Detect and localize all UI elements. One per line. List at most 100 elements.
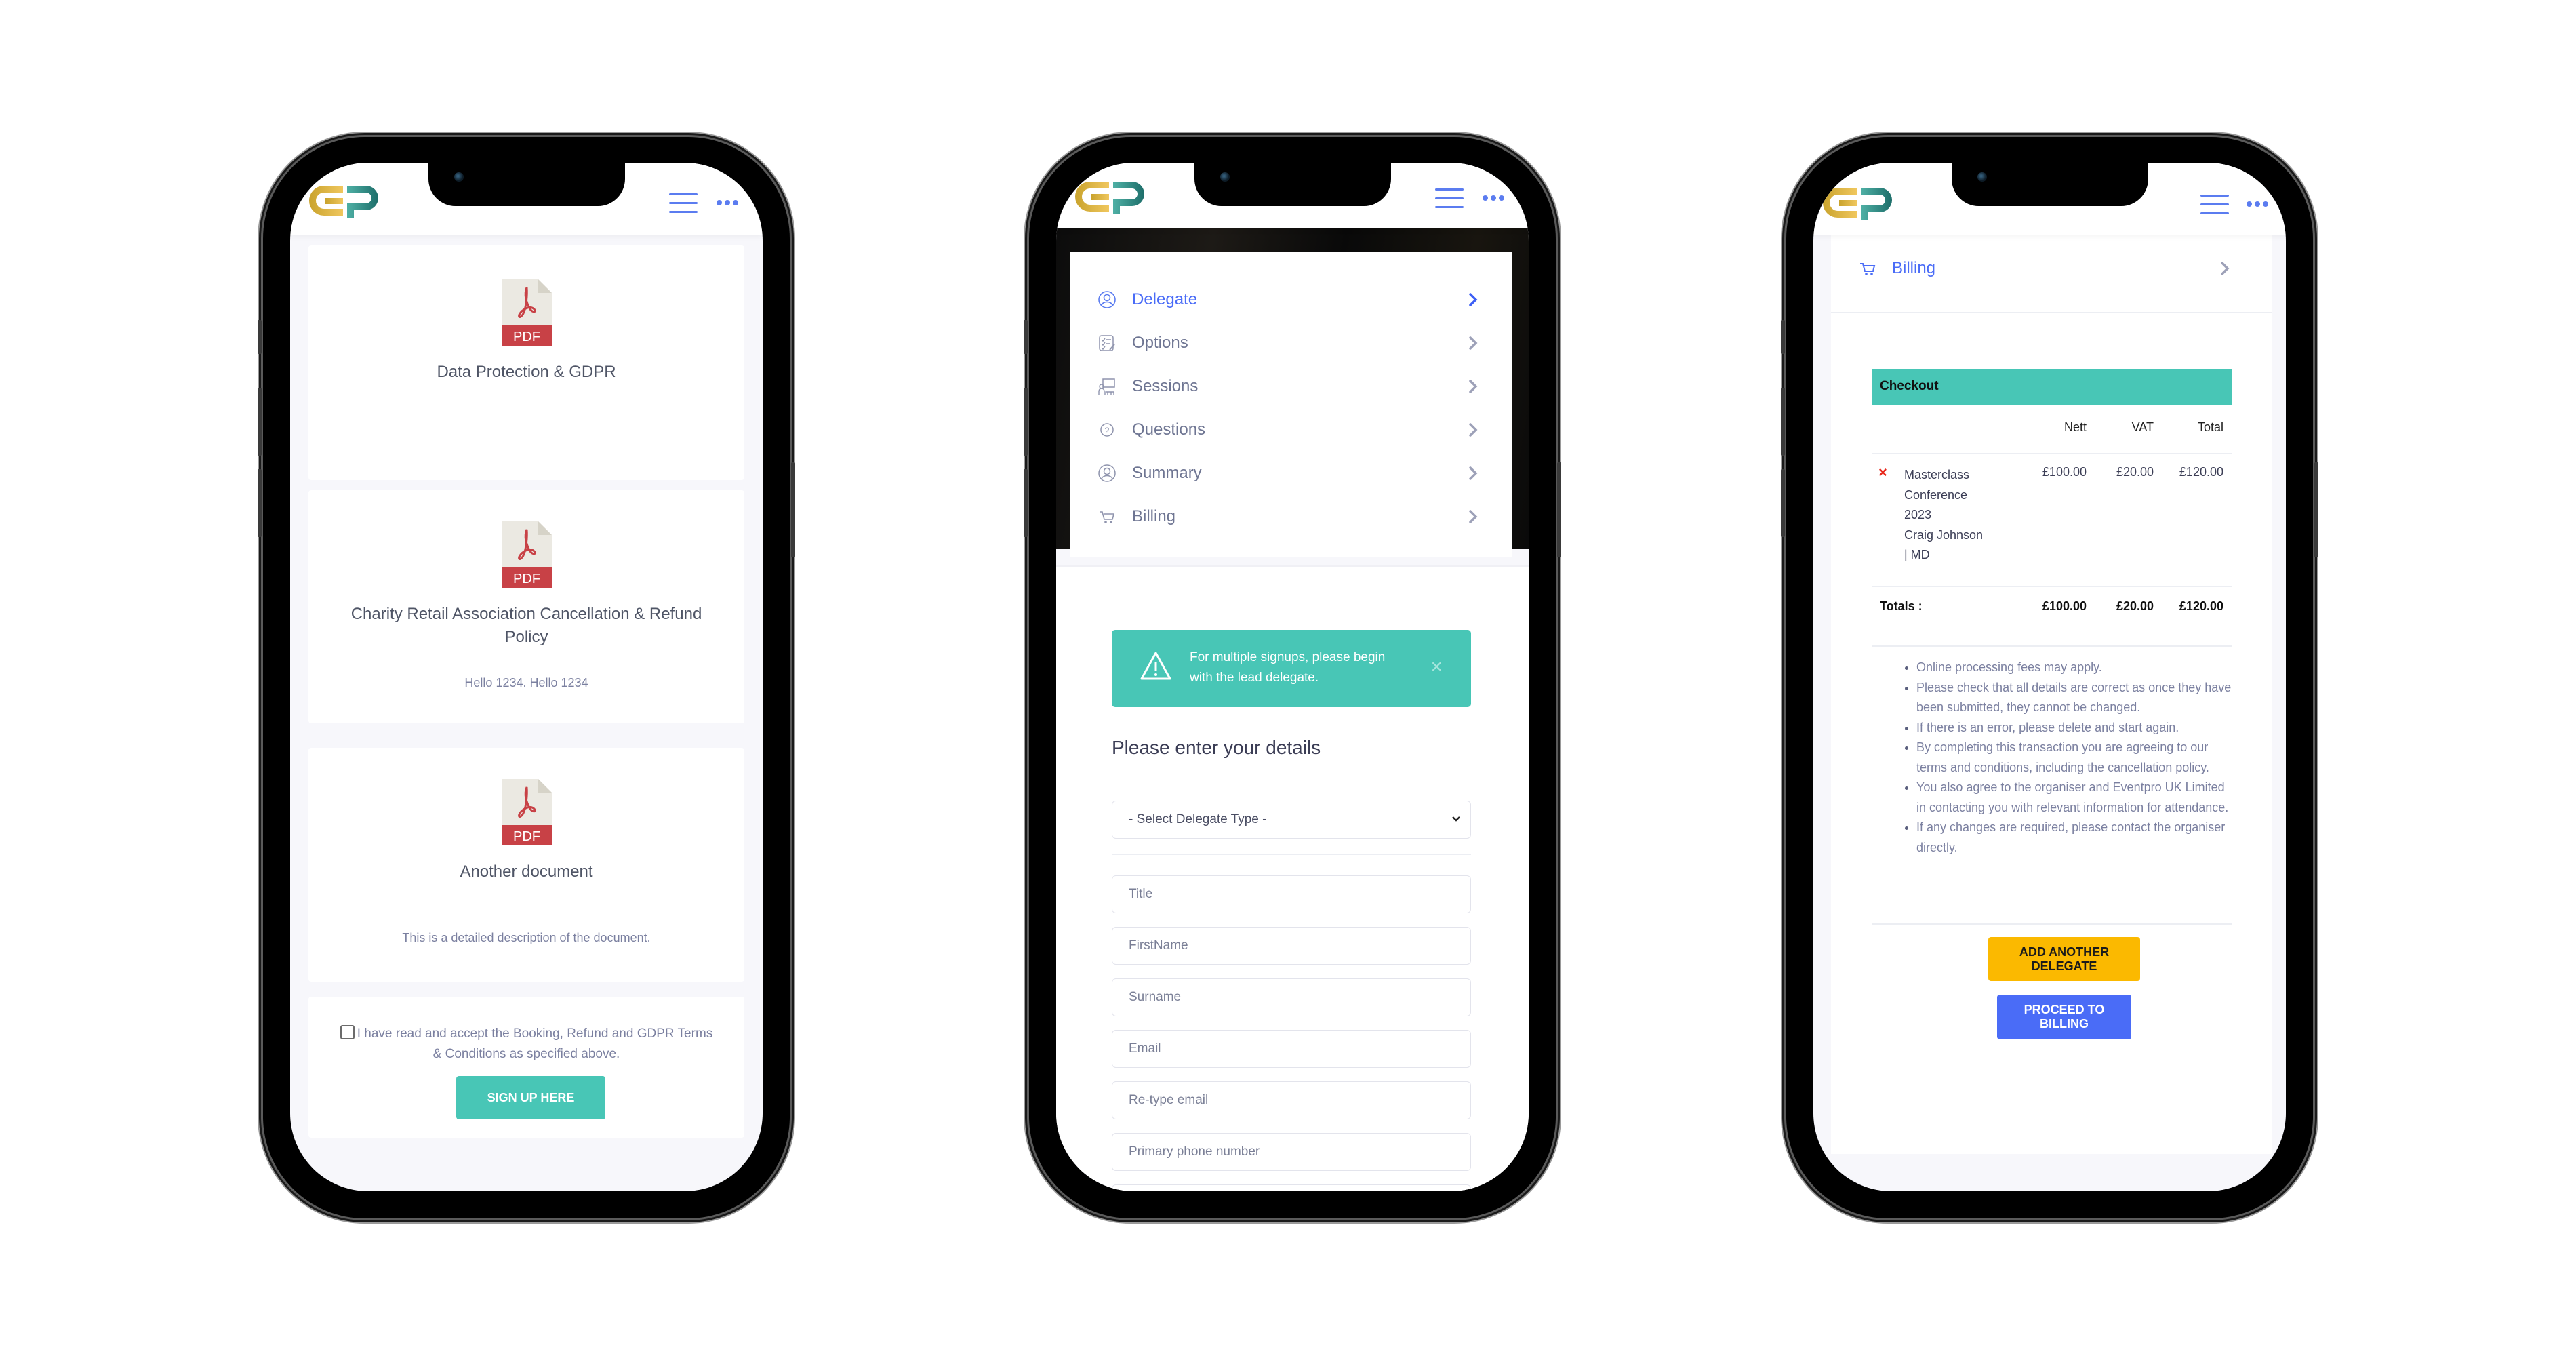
- item-line: Craig Johnson: [1904, 527, 1984, 542]
- cart-icon: [1097, 506, 1117, 527]
- next-field-partial[interactable]: [1112, 1184, 1471, 1191]
- add-another-delegate-button[interactable]: ADD ANOTHER DELEGATE: [1988, 937, 2140, 981]
- phone-screen: Delegate Options Sessions ? Questions Su…: [1056, 163, 1529, 1191]
- phone-mockup-documents: PDF Data Protection & GDPR PDF Charity R…: [258, 137, 795, 1218]
- step-label: Summary: [1132, 464, 1202, 482]
- camera: [1220, 172, 1230, 182]
- step-label: Billing: [1892, 259, 1936, 277]
- hamburger-icon[interactable]: [2200, 195, 2229, 215]
- item-line: Conference: [1904, 487, 1968, 502]
- step-billing[interactable]: Billing: [1097, 500, 1480, 534]
- item-total: £120.00: [2179, 465, 2223, 479]
- checkout-notes: Online processing fees may apply. Please…: [1872, 658, 2232, 858]
- notch: [1194, 163, 1391, 206]
- step-billing[interactable]: Billing: [1858, 255, 2232, 282]
- info-alert: For multiple signups, please begin with …: [1112, 630, 1471, 707]
- svg-text:PDF: PDF: [513, 829, 540, 844]
- phone-mockup-delegate-form: Delegate Options Sessions ? Questions Su…: [1024, 137, 1561, 1218]
- terms-card: I have read and accept the Booking, Refu…: [308, 997, 744, 1138]
- notch: [1951, 163, 2148, 206]
- step-label: Billing: [1132, 507, 1176, 525]
- note-item: Online processing fees may apply.: [1916, 658, 2232, 678]
- email-input[interactable]: [1112, 1030, 1471, 1068]
- remove-item-icon[interactable]: ×: [1878, 464, 1887, 481]
- step-summary[interactable]: Summary: [1097, 456, 1480, 490]
- checkout-card: Checkout Nett VAT Total × Masterclass Co…: [1831, 313, 2272, 1154]
- close-icon[interactable]: ×: [1430, 657, 1443, 677]
- firstname-input[interactable]: [1112, 927, 1471, 965]
- user-circle-icon: [1097, 290, 1117, 310]
- phone-mockup-checkout: Billing Checkout Nett VAT Total × Master…: [1781, 137, 2318, 1218]
- more-dots-icon[interactable]: [2247, 201, 2268, 208]
- ep-logo[interactable]: [308, 183, 384, 220]
- step-options[interactable]: Options: [1097, 326, 1480, 360]
- step-sessions[interactable]: Sessions: [1097, 370, 1480, 403]
- divider: [1872, 923, 2232, 925]
- checkout-table-row: × Masterclass Conference 2023 Craig John…: [1872, 456, 2232, 587]
- surname-input[interactable]: [1112, 978, 1471, 1016]
- primary-phone-input[interactable]: [1112, 1133, 1471, 1171]
- phone-volume-up: [1024, 388, 1028, 456]
- item-line: | MD: [1904, 548, 1930, 561]
- delegate-type-select[interactable]: - Select Delegate Type -: [1112, 801, 1471, 839]
- document-title[interactable]: Charity Retail Association Cancellation …: [308, 603, 744, 649]
- sign-up-button[interactable]: SIGN UP HERE: [456, 1076, 605, 1119]
- item-line: Masterclass: [1904, 468, 1970, 481]
- document-title[interactable]: Another document: [308, 860, 744, 883]
- chevron-right-icon: [2221, 262, 2230, 275]
- phone-volume-down: [1781, 469, 1785, 537]
- item-line: 2023: [1904, 508, 1932, 521]
- checkout-totals-row: Totals : £100.00 £20.00 £120.00: [1872, 587, 2232, 625]
- ep-logo[interactable]: [1074, 179, 1150, 216]
- phone-volume-up: [1781, 388, 1785, 456]
- note-item: You also agree to the organiser and Even…: [1916, 778, 2232, 818]
- chevron-right-icon: [1469, 423, 1478, 437]
- hamburger-icon[interactable]: [669, 193, 698, 214]
- pdf-icon[interactable]: PDF: [501, 279, 552, 346]
- svg-text:PDF: PDF: [513, 330, 540, 344]
- section-title: Please enter your details: [1112, 737, 1321, 758]
- chevron-right-icon: [1469, 380, 1478, 393]
- proceed-to-billing-button[interactable]: PROCEED TO BILLING: [1997, 995, 2131, 1039]
- totals-vat: £20.00: [2116, 599, 2154, 613]
- title-input[interactable]: [1112, 875, 1471, 913]
- select-value: - Select Delegate Type -: [1129, 812, 1267, 826]
- more-dots-icon[interactable]: [717, 200, 738, 207]
- terms-label[interactable]: I have read and accept the Booking, Refu…: [357, 1026, 713, 1061]
- svg-text:PDF: PDF: [513, 572, 540, 586]
- warning-icon: [1140, 652, 1171, 680]
- pdf-icon[interactable]: PDF: [501, 521, 552, 588]
- camera: [454, 172, 464, 182]
- step-questions[interactable]: ? Questions: [1097, 413, 1480, 447]
- notch: [428, 163, 625, 206]
- chevron-down-icon: [1452, 816, 1460, 822]
- document-title[interactable]: Data Protection & GDPR: [308, 361, 744, 384]
- more-dots-icon[interactable]: [1483, 195, 1504, 202]
- phone-silent-switch: [1781, 320, 1785, 354]
- step-delegate[interactable]: Delegate: [1097, 283, 1480, 317]
- alert-message: For multiple signups, please begin with …: [1190, 650, 1386, 685]
- document-description: This is a detailed description of the do…: [402, 931, 651, 944]
- pdf-icon[interactable]: PDF: [501, 779, 552, 845]
- phone-power-button: [2314, 462, 2318, 557]
- phone-power-button: [791, 462, 795, 557]
- chevron-right-icon: [1469, 336, 1478, 350]
- ep-logo[interactable]: [1822, 185, 1897, 222]
- billing-step-card: Billing: [1831, 235, 2272, 313]
- note-item: If any changes are required, please cont…: [1916, 818, 2232, 858]
- phone-screen: PDF Data Protection & GDPR PDF Charity R…: [290, 163, 763, 1191]
- svg-text:?: ?: [1105, 426, 1110, 435]
- divider: [1112, 854, 1471, 855]
- item-nett: £100.00: [2042, 465, 2087, 479]
- document-card[interactable]: PDF Another document This is a detailed …: [308, 748, 744, 982]
- document-card[interactable]: PDF Data Protection & GDPR: [308, 245, 744, 480]
- step-label: Options: [1132, 334, 1188, 352]
- hamburger-icon[interactable]: [1435, 188, 1464, 209]
- terms-checkbox[interactable]: [340, 1025, 355, 1039]
- question-circle-icon: ?: [1097, 420, 1117, 440]
- chevron-right-icon: [1469, 466, 1478, 480]
- document-card[interactable]: PDF Charity Retail Association Cancellat…: [308, 490, 744, 723]
- checkout-table-header: Nett VAT Total: [1872, 412, 2232, 454]
- retype-email-input[interactable]: [1112, 1081, 1471, 1119]
- column-header-vat: VAT: [2131, 420, 2154, 434]
